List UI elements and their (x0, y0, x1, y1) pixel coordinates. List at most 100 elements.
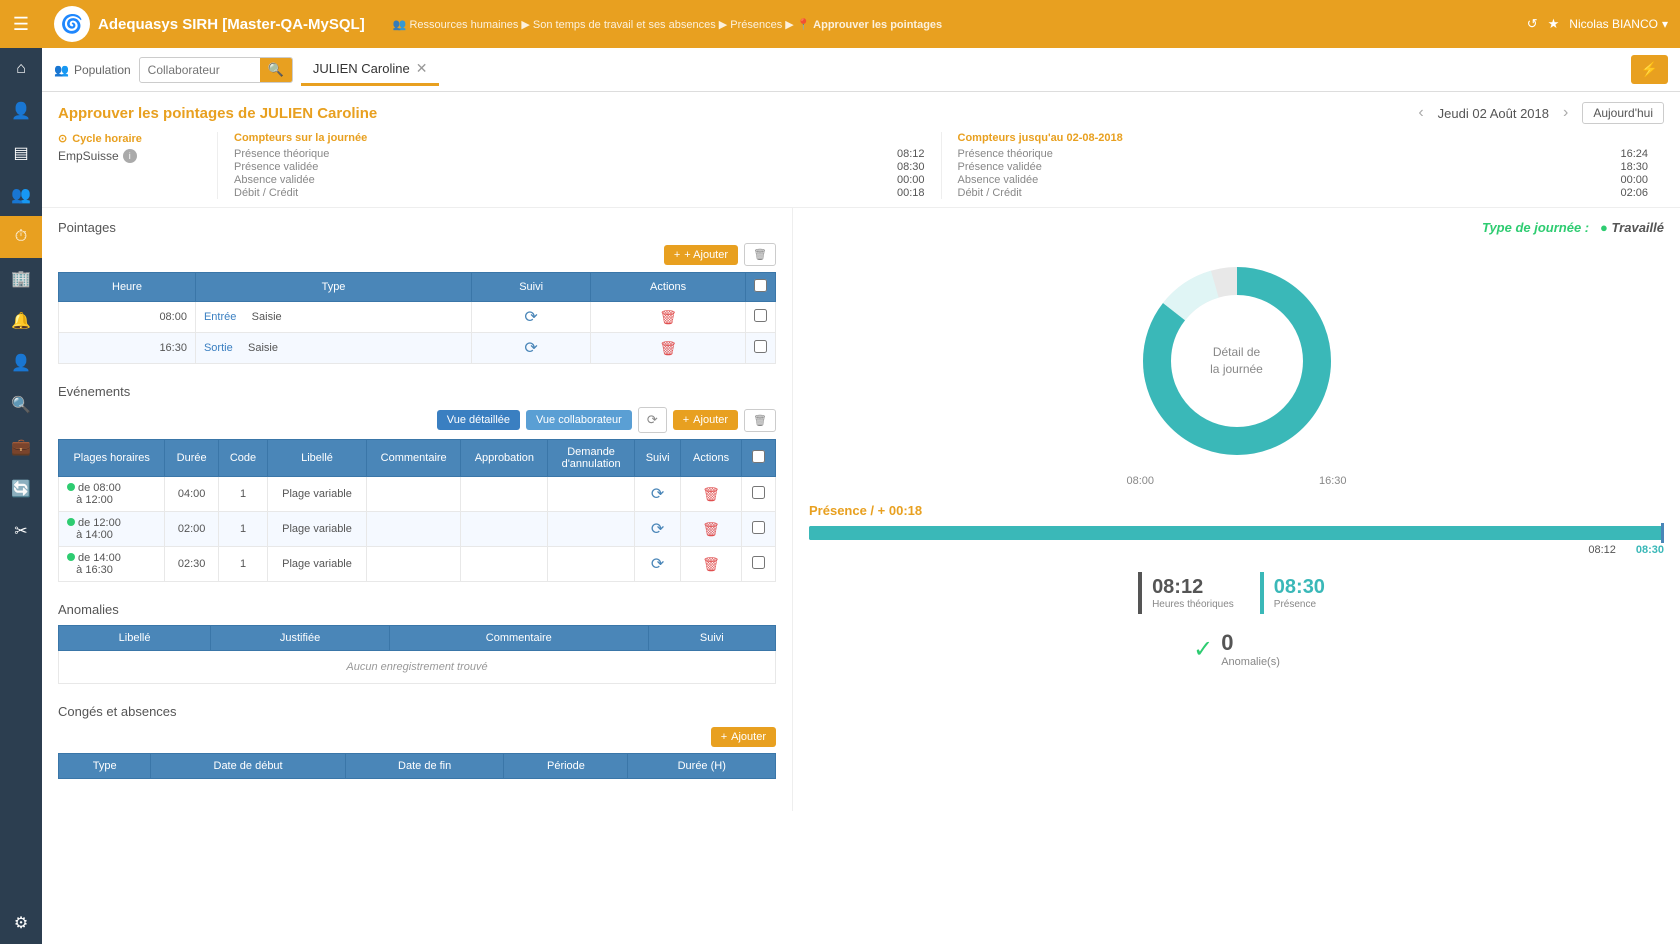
presence-time-label: Présence (1274, 599, 1325, 610)
suivi-ev-cell: ⟳ (634, 512, 681, 547)
duree-cell: 04:00 (165, 477, 218, 512)
bell-icon: 🔔 (11, 311, 31, 331)
ev-checkbox[interactable] (752, 521, 765, 534)
attendance-icon: ⏱ (15, 228, 27, 246)
col-actions: Actions (591, 273, 746, 302)
sidebar-item-people[interactable]: 👥 (0, 174, 42, 216)
sidebar-item-bell[interactable]: 🔔 (0, 300, 42, 342)
row-checkbox[interactable] (754, 309, 767, 322)
info-icon[interactable]: i (123, 149, 137, 163)
history-icon[interactable]: ↺ (1527, 16, 1538, 32)
work-icon: 💼 (11, 437, 31, 457)
sidebar-item-home[interactable]: ⌂ (0, 48, 42, 90)
ev-checkbox[interactable] (752, 486, 765, 499)
next-day-button[interactable]: › (1559, 104, 1572, 122)
type-link[interactable]: Entrée (204, 311, 236, 323)
row-checkbox-cell (746, 333, 776, 364)
row-checkbox[interactable] (754, 340, 767, 353)
delete-row-button[interactable]: 🗑 (659, 309, 677, 325)
search-icon: 🔍 (11, 395, 31, 415)
add-pointage-button[interactable]: + + Ajouter (664, 245, 738, 265)
prev-day-button[interactable]: ‹ (1414, 104, 1427, 122)
suivi-icon[interactable]: ⟳ (524, 309, 537, 326)
action-button[interactable]: ⚡ (1631, 55, 1668, 84)
delete-ev-button[interactable]: 🗑 (702, 556, 720, 572)
suivi-icon[interactable]: ⟳ (524, 340, 537, 357)
heure-cell: 08:00 (59, 302, 196, 333)
search-button[interactable]: 🔍 (260, 58, 292, 82)
cycle-title: ⊙ Cycle horaire (58, 132, 201, 145)
col-date-fin: Date de fin (345, 754, 504, 779)
anomalies-section: Anomalies Libellé Justifiée Commentaire … (58, 602, 776, 684)
sidebar-item-work[interactable]: 💼 (0, 426, 42, 468)
settings-icon: ⚙ (14, 913, 28, 933)
current-date: Jeudi 02 Août 2018 (1438, 106, 1549, 121)
cumul-val-0: 16:24 (1620, 148, 1648, 160)
topbar-actions: ↺ ★ Nicolas BIANCO ▾ (1527, 16, 1668, 32)
active-tab[interactable]: JULIEN Caroline ✕ (301, 54, 440, 86)
home-icon: ⌂ (16, 60, 26, 78)
ev-checkbox-cell (741, 512, 775, 547)
day-type-value: Travaillé (1611, 220, 1664, 235)
favorites-icon[interactable]: ★ (1548, 16, 1560, 32)
sidebar-item-tools[interactable]: ✂ (0, 510, 42, 552)
select-all-checkbox[interactable] (754, 279, 767, 292)
plus-icon2: + (683, 414, 689, 426)
evenements-table: Plages horaires Durée Code Libellé Comme… (58, 439, 776, 582)
type-cell: Entrée Saisie (195, 302, 471, 333)
anomaly-label: Anomalie(s) (1221, 656, 1280, 668)
anomaly-count: 0 (1221, 630, 1280, 656)
dot-icon (67, 518, 75, 526)
approbation-cell (461, 547, 548, 582)
col-duree: Durée (165, 440, 218, 477)
delete-evenement-button[interactable]: 🗑 (744, 409, 776, 432)
plage-cell: de 08:00 à 12:00 (59, 477, 165, 512)
user-menu[interactable]: Nicolas BIANCO ▾ (1569, 17, 1668, 31)
progress-labels: 08:12 08:30 (809, 544, 1664, 556)
compteurs-cumul-block: Compteurs jusqu'au 02-08-2018 Présence t… (942, 132, 1665, 199)
search-box: 🔍 (139, 57, 293, 83)
vue-collaborateur-button[interactable]: Vue collaborateur (526, 410, 632, 430)
theoric-time-value: 08:12 (1152, 576, 1234, 599)
sidebar-item-attendance[interactable]: ⏱ (0, 216, 42, 258)
col-approbation: Approbation (461, 440, 548, 477)
sidebar-item-search[interactable]: 🔍 (0, 384, 42, 426)
delete-ev-button[interactable]: 🗑 (702, 486, 720, 502)
app-title: Adequasys SIRH [Master-QA-MySQL] (98, 16, 365, 33)
sidebar-menu-toggle[interactable]: ☰ (0, 0, 42, 48)
suivi-ev-icon[interactable]: ⟳ (651, 521, 664, 538)
refresh-button[interactable]: ⟳ (638, 407, 667, 433)
add-conge-button[interactable]: + Ajouter (711, 727, 776, 747)
sidebar-item-sync[interactable]: 🔄 (0, 468, 42, 510)
cycle-horaire-block: ⊙ Cycle horaire EmpSuisse i (58, 132, 218, 199)
ev-checkbox[interactable] (752, 556, 765, 569)
sidebar-item-user[interactable]: 👤 (0, 342, 42, 384)
presence-time-value: 08:30 (1274, 576, 1325, 599)
demande-cell (548, 512, 635, 547)
approbation-cell (461, 477, 548, 512)
code-cell: 1 (218, 547, 267, 582)
delete-pointage-button[interactable]: 🗑 (744, 243, 776, 266)
stat-val-2: 00:00 (897, 174, 925, 186)
anomaly-box: ✓ 0 Anomalie(s) (1193, 630, 1280, 668)
population-section: 👥 Population (54, 63, 131, 77)
sidebar-item-tasks[interactable]: ▤ (0, 132, 42, 174)
delete-ev-button[interactable]: 🗑 (702, 521, 720, 537)
search-input[interactable] (140, 59, 260, 81)
suivi-ev-icon[interactable]: ⟳ (651, 556, 664, 573)
cumul-val-3: 02:06 (1620, 187, 1648, 199)
sidebar-item-settings[interactable]: ⚙ (0, 902, 42, 944)
tab-close-button[interactable]: ✕ (416, 60, 428, 77)
suivi-ev-cell: ⟳ (634, 547, 681, 582)
add-evenement-button[interactable]: + Ajouter (673, 410, 738, 430)
sidebar-item-org[interactable]: 🏢 (0, 258, 42, 300)
today-button[interactable]: Aujourd'hui (1582, 102, 1664, 124)
type-link[interactable]: Sortie (204, 342, 233, 354)
delete-row-button[interactable]: 🗑 (659, 340, 677, 356)
suivi-ev-icon[interactable]: ⟳ (651, 486, 664, 503)
vue-detaillee-button[interactable]: Vue détaillée (437, 410, 520, 430)
plage-cell: de 12:00 à 14:00 (59, 512, 165, 547)
sidebar-item-profile[interactable]: 👤 (0, 90, 42, 132)
approbation-cell (461, 512, 548, 547)
select-all-ev-checkbox[interactable] (752, 450, 765, 463)
